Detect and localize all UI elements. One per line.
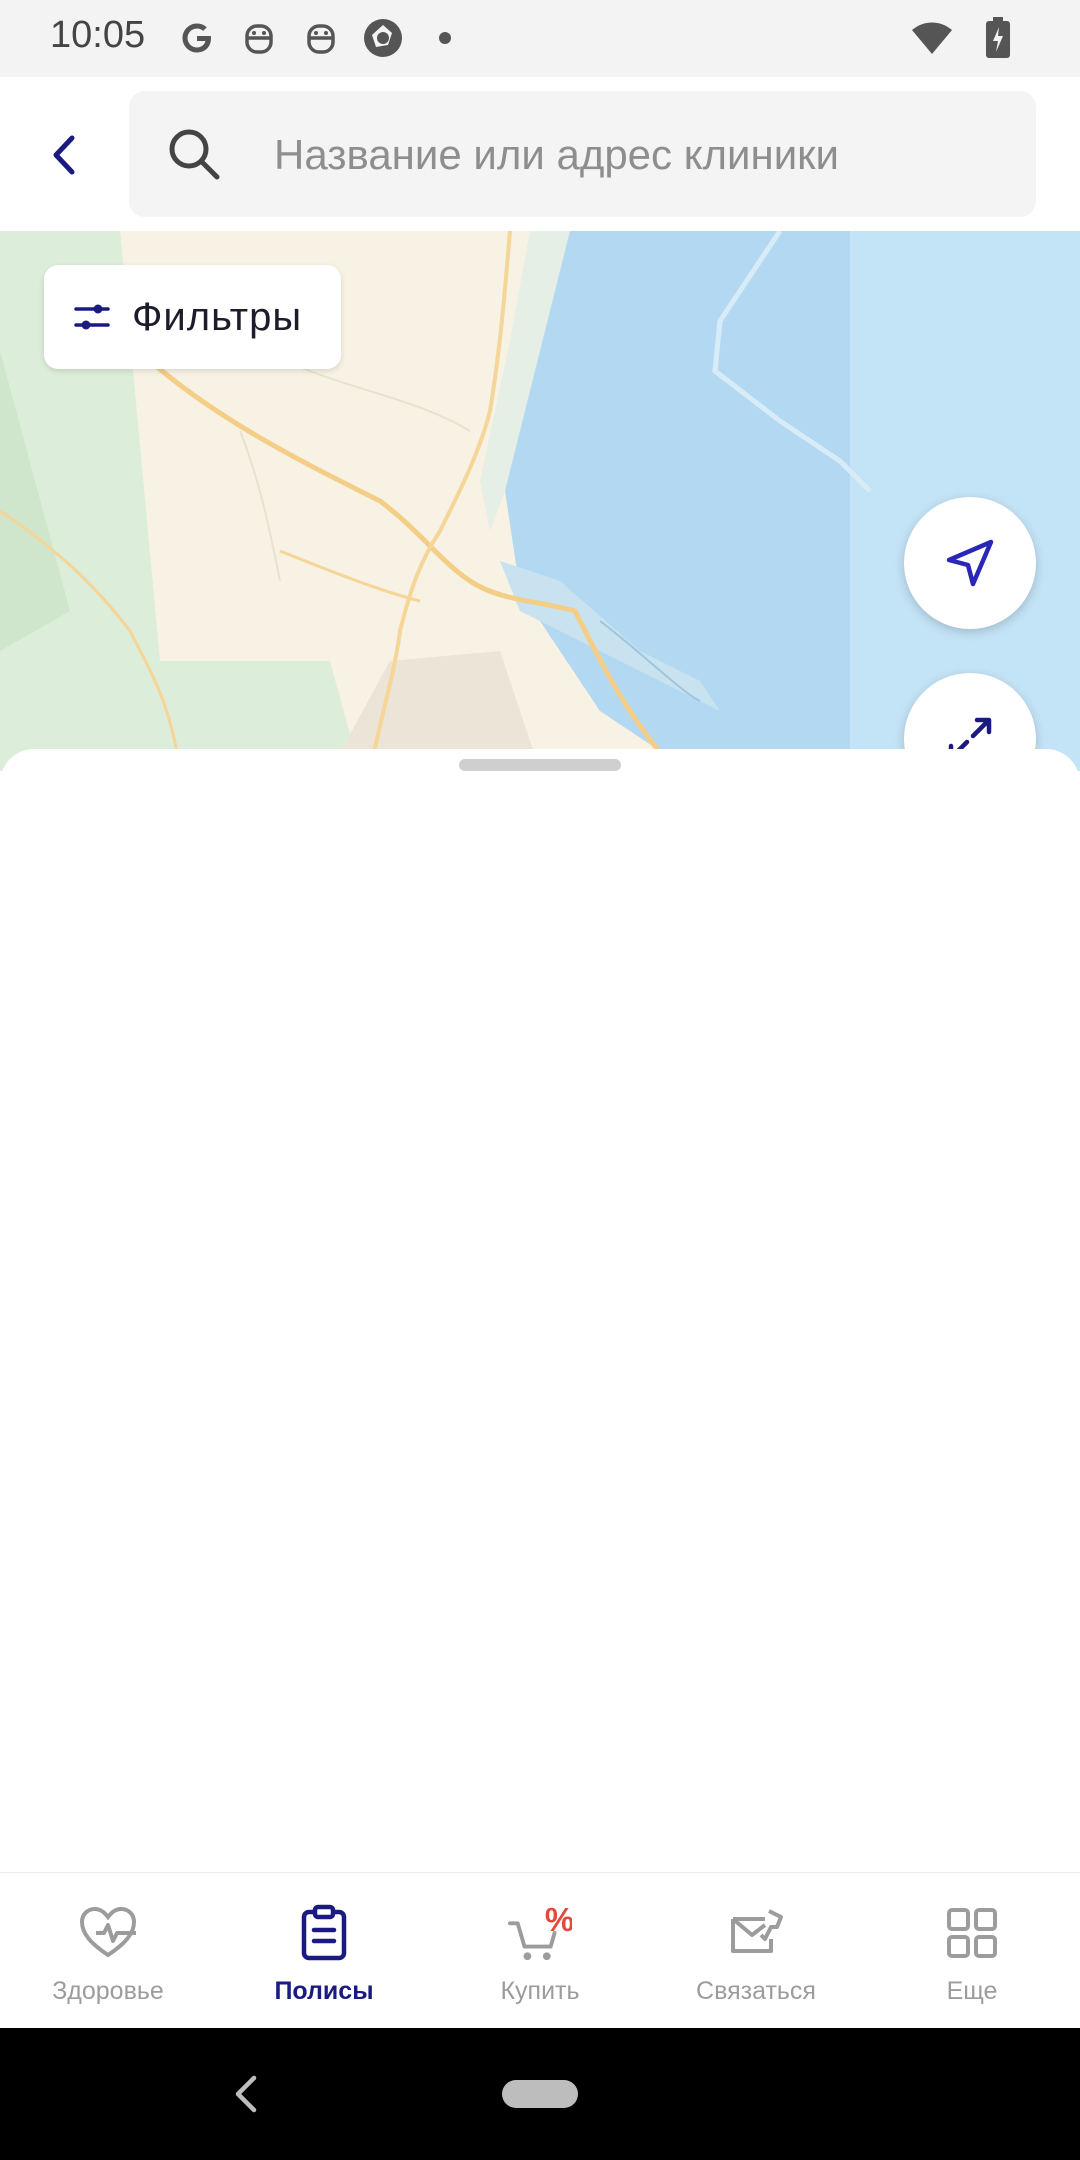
clipboard-icon [292,1901,356,1965]
filters-label: Фильтры [132,294,303,339]
nav-item-policies[interactable]: Полисы [216,1873,432,2029]
locate-me-button[interactable] [904,497,1036,629]
nav-item-buy[interactable]: % Купить [432,1873,648,2029]
search-box[interactable] [129,91,1036,219]
cart-discount-icon: % [508,1901,572,1965]
nav-item-more[interactable]: Еще [864,1873,1080,2029]
robot-icon [299,16,343,60]
sheet-drag-handle[interactable] [459,759,621,771]
navigation-arrow-icon [946,539,994,587]
sliders-icon [74,304,110,330]
search-icon [169,129,220,180]
nav-label-buy: Купить [500,1977,580,2005]
envelope-phone-icon [724,1901,788,1965]
nav-label-more: Еще [946,1977,998,2005]
status-time: 10:05 [50,14,146,56]
nav-label-policies: Полисы [274,1977,374,2005]
header [0,77,1080,231]
camera-shutter-icon [361,16,405,60]
back-button[interactable] [35,117,95,192]
filters-button[interactable]: Фильтры [44,265,341,369]
status-icons-left [175,16,467,60]
status-icons-right [910,16,1020,60]
heart-pulse-icon [76,1901,140,1965]
robot-icon [237,16,281,60]
nav-label-contact: Связаться [696,1977,816,2005]
chevron-left-icon [53,135,75,174]
wifi-icon [910,16,954,60]
system-nav-bar [0,2028,1080,2160]
status-bar: 10:05 [0,0,1080,77]
nav-label-health: Здоровье [52,1977,164,2005]
system-back-icon[interactable] [220,2068,270,2120]
battery-charging-icon [976,16,1020,60]
nav-item-contact[interactable]: Связаться [648,1873,864,2029]
google-icon [175,16,219,60]
search-input[interactable] [272,91,1016,219]
dot-icon [423,16,467,60]
grid-icon [940,1901,1004,1965]
system-home-button[interactable] [502,2080,578,2108]
nav-item-health[interactable]: Здоровье [0,1873,216,2029]
svg-text:%: % [545,1901,572,1938]
bottom-sheet[interactable] [0,749,1080,1872]
bottom-nav: Здоровье Полисы % Купить Связаться Еще [0,1872,1080,2029]
